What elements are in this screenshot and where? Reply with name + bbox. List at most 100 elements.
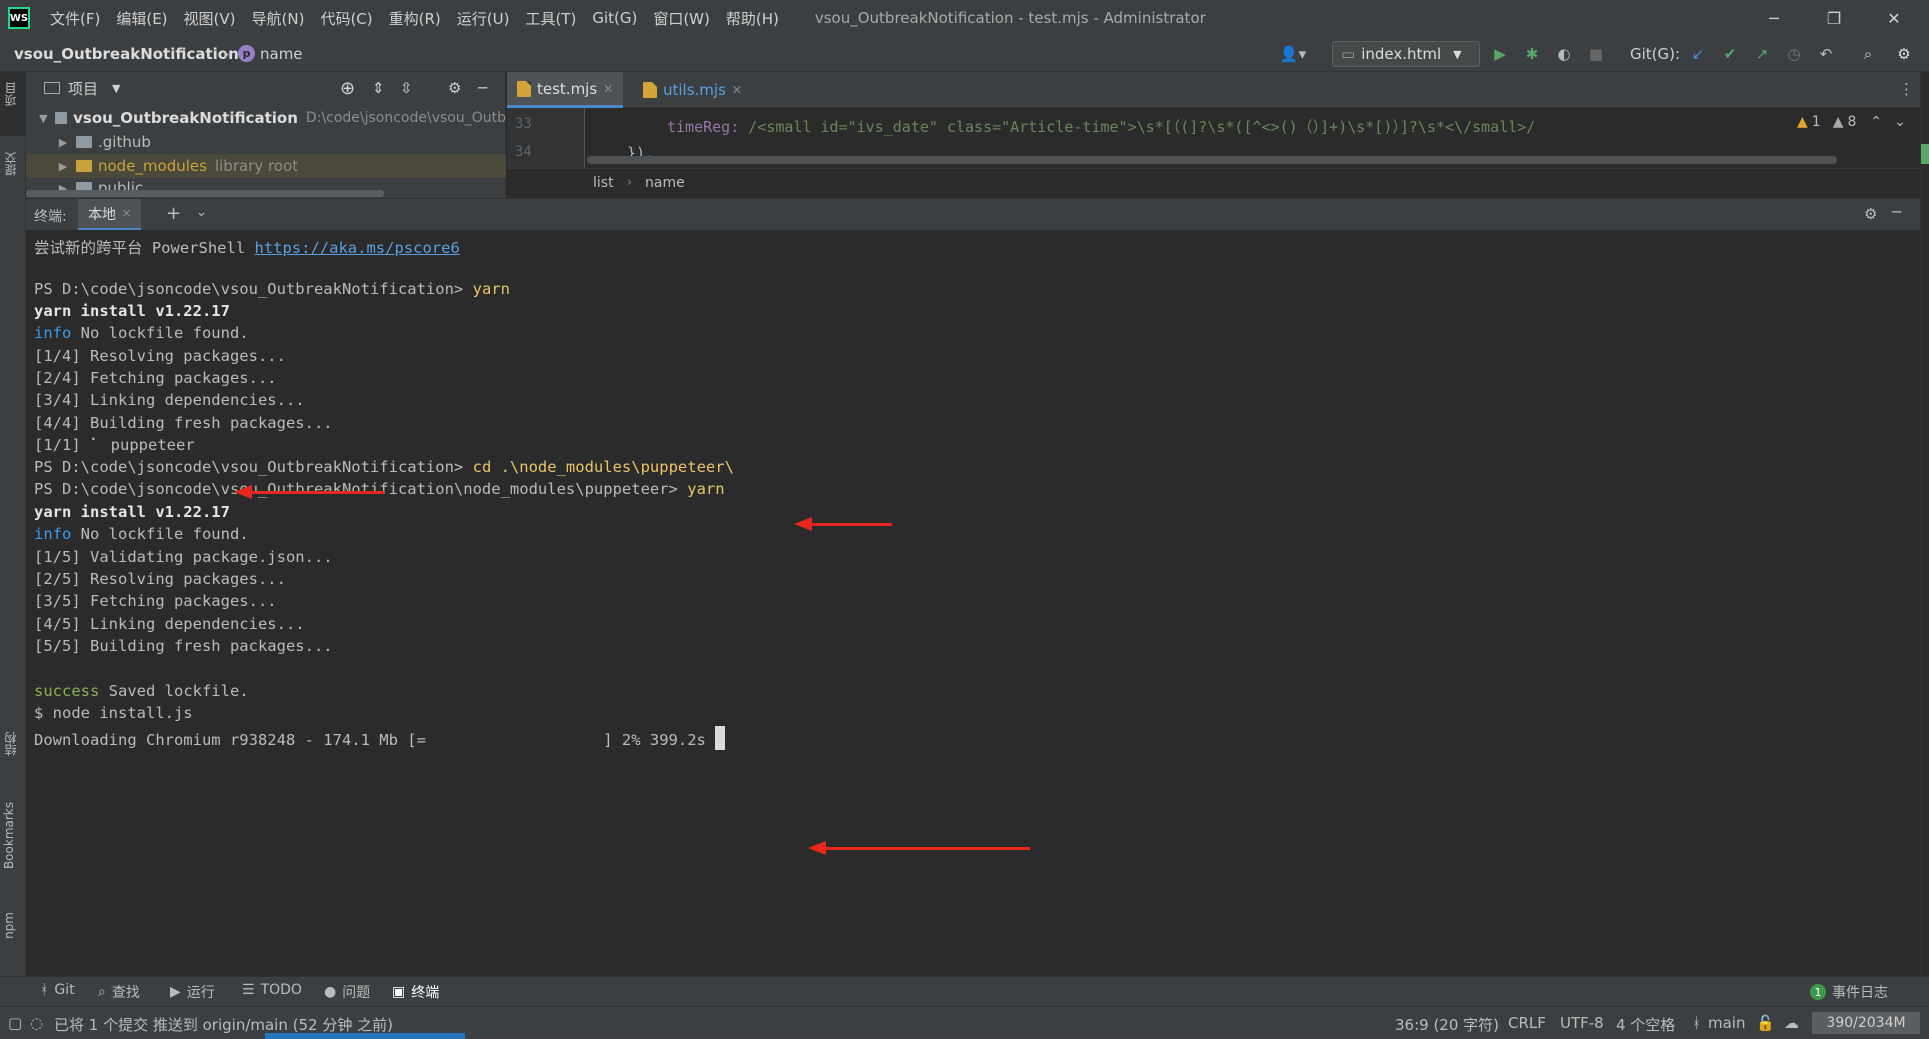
close-icon[interactable]: ✕ [603, 82, 613, 96]
menu-tools[interactable]: 工具(T) [517, 8, 584, 29]
tool-git[interactable]: ᚼ Git [40, 982, 75, 998]
stop-icon[interactable]: ■ [1586, 44, 1606, 64]
tree-root-name: vsou_OutbreakNotification [73, 109, 298, 127]
locate-icon[interactable]: ⊕ [340, 78, 355, 99]
tree-item-github[interactable]: ▶ .github [26, 130, 506, 154]
annotation-arrow [794, 517, 892, 531]
git-label: Git(G): [1630, 45, 1681, 63]
horizontal-scrollbar[interactable] [26, 190, 384, 197]
menu-git[interactable]: Git(G) [584, 9, 645, 27]
project-view-label[interactable]: 项目 [68, 78, 98, 99]
menu-help[interactable]: 帮助(H) [718, 8, 787, 29]
settings-icon[interactable]: ⚙ [1894, 44, 1914, 64]
menu-refactor[interactable]: 重构(R) [381, 8, 449, 29]
debug-icon[interactable]: ✱ [1522, 44, 1542, 64]
commit-tool-button[interactable]: 提交 [2, 152, 19, 176]
editor-tab-bar: test.mjs ✕ utils.mjs ✕ ⋮ [507, 72, 1929, 108]
code-line-33: timeReg: /<small id="ivs_date" class="Ar… [667, 116, 1535, 137]
menu-view[interactable]: 视图(V) [176, 8, 244, 29]
chevron-right-icon[interactable]: ▶ [56, 136, 70, 149]
tool-run[interactable]: ▶ 运行 [170, 982, 215, 1002]
breadcrumb-symbol[interactable]: name [260, 45, 303, 63]
user-icon[interactable]: 👤▾ [1276, 44, 1310, 64]
git-update-icon[interactable]: ↙ [1688, 44, 1708, 64]
menu-run[interactable]: 运行(U) [449, 8, 518, 29]
tree-item-node-modules[interactable]: ▶ node_modules library root [26, 154, 506, 178]
more-tabs-icon[interactable]: ⋮ [1899, 80, 1914, 98]
settings-icon[interactable]: ⚙ [1864, 205, 1877, 223]
run-config-selector[interactable]: ▭ index.html ▼ [1332, 41, 1480, 67]
inspection-widget[interactable]: ▲ 1 ▲ 8 ⌃ ⌄ [1797, 114, 1906, 130]
tree-item-label: .github [98, 133, 151, 151]
git-commit-icon[interactable]: ✔ [1720, 44, 1740, 64]
memory-indicator[interactable]: 390/2034M [1812, 1012, 1920, 1034]
line-separator[interactable]: CRLF [1508, 1014, 1546, 1032]
rollback-icon[interactable]: ↶ [1816, 44, 1836, 64]
expand-all-icon[interactable]: ⇕ [372, 79, 385, 97]
settings-icon[interactable]: ⚙ [448, 79, 461, 97]
close-icon[interactable]: ✕ [732, 83, 742, 97]
structure-tool-button[interactable]: 结构 [2, 732, 19, 756]
npm-tool-button[interactable]: npm [2, 912, 16, 939]
search-icon[interactable]: ⌕ [1858, 44, 1878, 64]
next-highlight-icon[interactable]: ⌄ [1894, 114, 1906, 130]
indent-setting[interactable]: 4 个空格 [1616, 1014, 1675, 1035]
tool-todo[interactable]: ☰ TODO [242, 982, 302, 998]
run-icon[interactable]: ▶ [1490, 44, 1510, 64]
tab-test-mjs[interactable]: test.mjs ✕ [507, 72, 624, 108]
add-icon[interactable]: + [166, 203, 181, 224]
editor-horizontal-scrollbar[interactable] [587, 156, 1837, 164]
menu-code[interactable]: 代码(C) [312, 8, 380, 29]
inspection-marker[interactable] [1921, 144, 1929, 164]
event-log[interactable]: 1 事件日志 [1810, 982, 1888, 1002]
tool-problems[interactable]: ● 问题 [324, 982, 370, 1002]
left-tool-stripe: 项目 提交 结构 Bookmarks npm [0, 72, 26, 976]
menu-navigate[interactable]: 导航(N) [244, 8, 313, 29]
chevron-down-icon[interactable]: ▼ [38, 112, 49, 125]
git-branch[interactable]: main [1708, 1014, 1745, 1032]
history-icon[interactable]: ◷ [1784, 44, 1804, 64]
menu-window[interactable]: 窗口(W) [645, 8, 718, 29]
status-message[interactable]: 已将 1 个提交 推送到 origin/main (52 分钟 之前) [54, 1014, 393, 1035]
code-editor[interactable]: 33 34 timeReg: /<small id="ivs_date" cla… [507, 108, 1929, 168]
breadcrumb-name[interactable]: name [645, 175, 685, 191]
hide-icon[interactable]: ─ [478, 79, 487, 97]
git-push-icon[interactable]: ↗ [1752, 44, 1772, 64]
chevron-down-icon[interactable]: ⌄ [196, 205, 207, 220]
tool-find[interactable]: ⌕ 查找 [98, 982, 140, 1002]
menu-file[interactable]: 文件(F) [42, 8, 108, 29]
chevron-down-icon[interactable]: ▼ [112, 82, 120, 95]
close-icon[interactable]: ✕ [122, 207, 131, 220]
terminal-line: success Saved lockfile. [34, 682, 249, 700]
previous-highlight-icon[interactable]: ⌃ [1870, 114, 1882, 130]
tab-utils-mjs[interactable]: utils.mjs ✕ [633, 72, 752, 108]
terminal-label: 终端: [34, 209, 67, 225]
tab-terminal-local[interactable]: 本地 ✕ [78, 199, 142, 231]
restore-icon[interactable]: ❐ [1805, 0, 1863, 36]
breadcrumb-project[interactable]: vsou_OutbreakNotification [14, 45, 239, 63]
collapse-all-icon[interactable]: ⇳ [400, 79, 413, 97]
lock-icon[interactable]: 🔓 [1756, 1014, 1775, 1032]
terminal-output[interactable]: 尝试新的跨平台 PowerShell https://aka.ms/pscore… [26, 230, 1920, 976]
file-encoding[interactable]: UTF-8 [1560, 1014, 1604, 1032]
run-icon: ▶ [170, 984, 181, 1000]
coverage-icon[interactable]: ◐ [1554, 44, 1574, 64]
chevron-right-icon[interactable]: ▶ [56, 160, 70, 173]
breadcrumb-list[interactable]: list [593, 175, 614, 191]
menu-edit[interactable]: 编辑(E) [108, 8, 175, 29]
project-tool-button[interactable]: 项目 [2, 82, 19, 106]
tree-item-label: node_modules [98, 157, 207, 175]
toggle-tool-windows-icon[interactable]: ▢ [8, 1014, 22, 1032]
powershell-link[interactable]: https://aka.ms/pscore6 [254, 239, 459, 257]
tree-root[interactable]: ▼ vsou_OutbreakNotification D:\code\json… [26, 106, 506, 130]
close-icon[interactable]: ✕ [1865, 0, 1923, 36]
webstorm-logo-icon[interactable]: WS [8, 7, 30, 29]
terminal-header: 终端: 本地 ✕ + ⌄ ⚙ ─ [26, 198, 1920, 231]
tool-terminal[interactable]: ▣ 终端 [392, 982, 439, 1002]
power-save-icon[interactable]: ☁ [1784, 1014, 1799, 1032]
hide-icon[interactable]: ─ [1892, 203, 1901, 221]
minimize-icon[interactable]: ─ [1745, 0, 1803, 36]
terminal-tag: success [34, 682, 100, 700]
bookmarks-tool-button[interactable]: Bookmarks [2, 802, 16, 869]
caret-position[interactable]: 36:9 (20 字符) [1395, 1014, 1499, 1035]
